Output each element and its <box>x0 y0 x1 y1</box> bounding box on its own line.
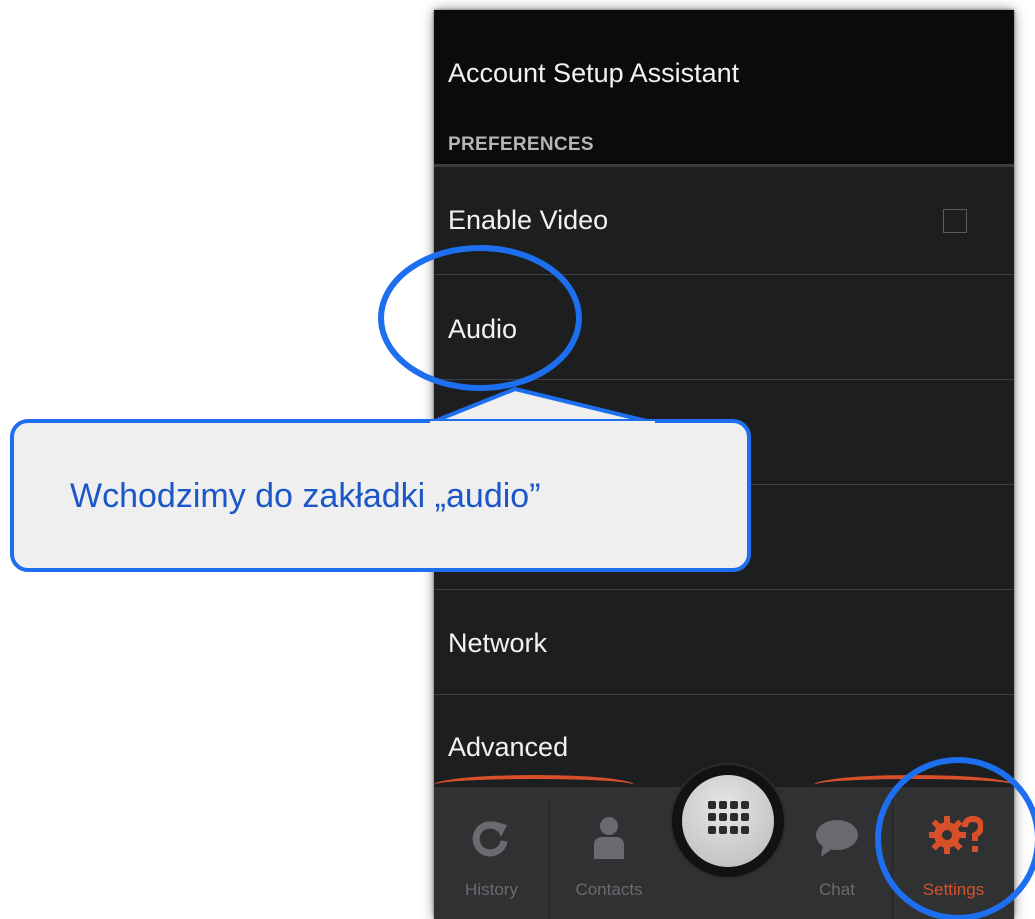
callout-text: Wchodzimy do zakładki „audio” <box>70 477 541 515</box>
callout-pointer-cover <box>430 421 655 429</box>
